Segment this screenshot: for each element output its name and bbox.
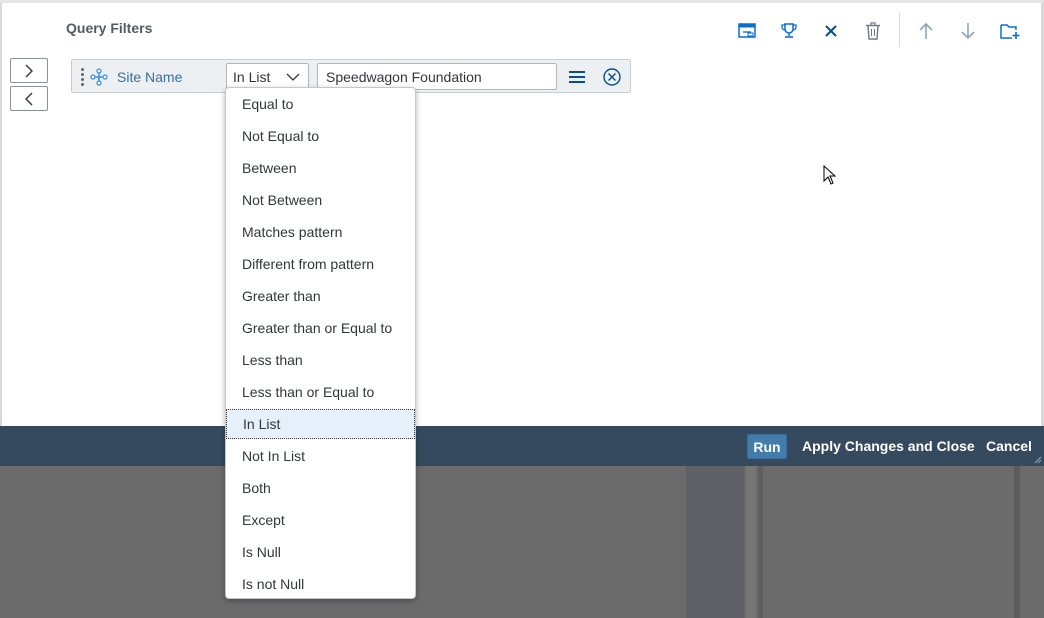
option-less-than[interactable]: Less than [226, 345, 415, 375]
mouse-cursor-icon [823, 165, 837, 185]
resize-grip-icon[interactable] [1034, 456, 1042, 464]
option-is-null[interactable]: Is Null [226, 537, 415, 567]
dialog-left-edge [0, 3, 2, 429]
filter-field-name: Site Name [117, 69, 183, 85]
toolbar-separator [899, 13, 900, 47]
filter-value-text: Speedwagon Foundation [326, 69, 482, 85]
arrow-down-icon[interactable] [954, 17, 982, 45]
query-filters-dialog: Query Filters Site Name In List Speedwag… [0, 0, 1044, 466]
option-is-not-null[interactable]: Is not Null [226, 569, 415, 598]
value-list-icon[interactable] [566, 67, 588, 87]
cancel-button[interactable]: Cancel [986, 438, 1032, 454]
drag-handle[interactable] [81, 68, 85, 86]
option-in-list[interactable]: In List [226, 409, 415, 439]
add-folder-icon[interactable] [996, 17, 1024, 45]
trophy-icon[interactable] [775, 17, 803, 45]
dimension-icon [90, 68, 108, 86]
option-not-in-list[interactable]: Not In List [226, 441, 415, 471]
remove-filter-icon[interactable] [602, 67, 622, 87]
option-except[interactable]: Except [226, 505, 415, 535]
trash-icon[interactable] [859, 17, 887, 45]
option-equal-to[interactable]: Equal to [226, 89, 415, 119]
option-not-equal-to[interactable]: Not Equal to [226, 121, 415, 151]
operator-value: In List [233, 69, 271, 85]
operator-select[interactable]: In List [226, 63, 309, 90]
dialog-footer: Run Apply Changes and Close Cancel [0, 426, 1044, 466]
window-icon[interactable] [733, 17, 761, 45]
option-matches-pattern[interactable]: Matches pattern [226, 217, 415, 247]
arrow-up-icon[interactable] [912, 17, 940, 45]
background-panel [1014, 466, 1020, 618]
option-greater-than-or-equal-to[interactable]: Greater than or Equal to [226, 313, 415, 343]
option-less-than-or-equal-to[interactable]: Less than or Equal to [226, 377, 415, 407]
option-between[interactable]: Between [226, 153, 415, 183]
background-panel [686, 466, 744, 618]
chevron-right-icon [25, 64, 33, 77]
dialog-title: Query Filters [66, 20, 153, 36]
option-not-between[interactable]: Not Between [226, 185, 415, 215]
option-both[interactable]: Both [226, 473, 415, 503]
expand-button[interactable] [10, 58, 48, 83]
background-app [0, 466, 1044, 618]
apply-changes-button[interactable]: Apply Changes and Close [802, 438, 975, 454]
background-panel [746, 466, 756, 618]
chevron-left-icon [25, 92, 33, 105]
operator-dropdown: Equal to Not Equal to Between Not Betwee… [225, 87, 416, 599]
collapse-button[interactable] [10, 86, 48, 111]
filter-value-input[interactable]: Speedwagon Foundation [317, 63, 557, 90]
background-panel [758, 466, 763, 618]
option-different-from-pattern[interactable]: Different from pattern [226, 249, 415, 279]
chevron-down-icon [286, 73, 300, 81]
run-button[interactable]: Run [747, 434, 787, 459]
close-icon[interactable] [817, 17, 845, 45]
option-greater-than[interactable]: Greater than [226, 281, 415, 311]
